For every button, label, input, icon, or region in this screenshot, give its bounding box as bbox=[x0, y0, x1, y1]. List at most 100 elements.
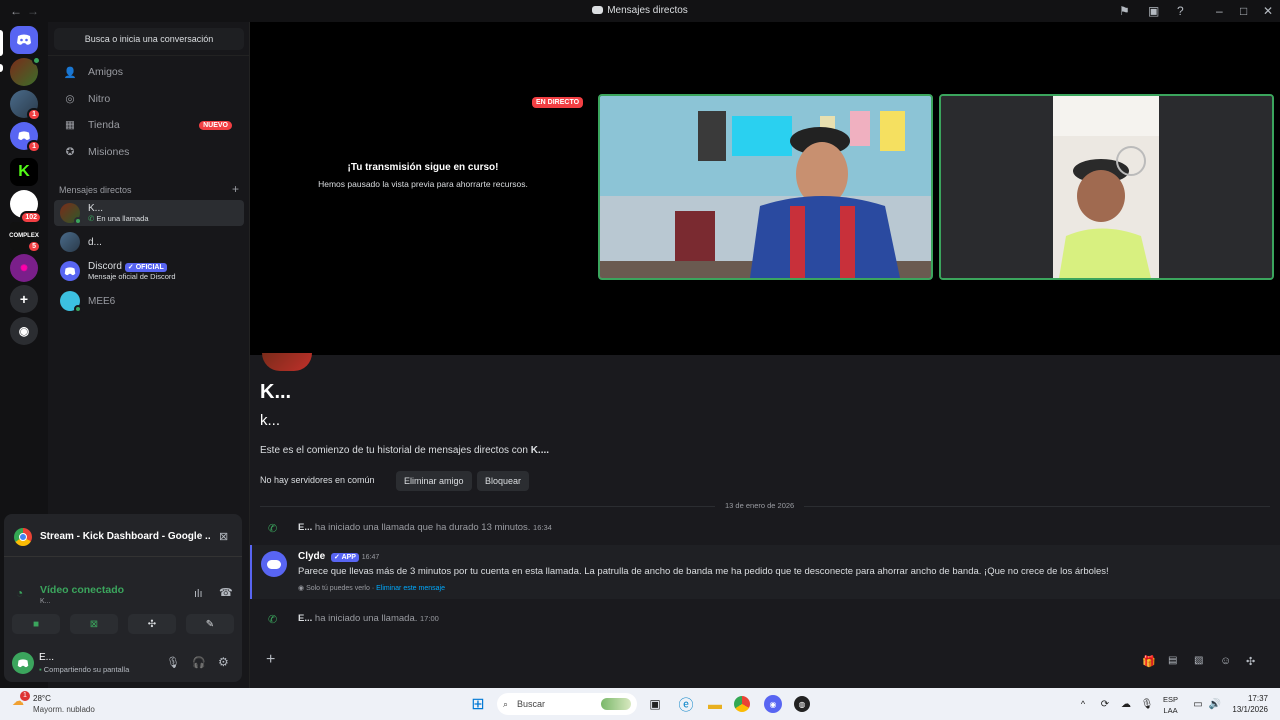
message-composer[interactable]: + 🎁 ▤ ▧ ☺ ✣ bbox=[258, 647, 1278, 679]
soundboard-icon: ✎ bbox=[205, 618, 215, 630]
discord-avatar bbox=[60, 261, 80, 281]
phone-icon: ✆ bbox=[88, 214, 95, 223]
avatar bbox=[60, 291, 82, 313]
mic-tray-icon[interactable]: 🎙 bbox=[1137, 694, 1157, 714]
settings-gear-icon[interactable]: ⚙ bbox=[218, 655, 229, 669]
dm-item-mee6[interactable]: MEE6 bbox=[54, 288, 244, 314]
add-attachment-icon[interactable]: + bbox=[266, 651, 275, 669]
chat-area: K... k... Este es el comienzo de tu hist… bbox=[250, 353, 1280, 688]
call-icon: ✆ bbox=[268, 614, 278, 626]
profile-username: k... bbox=[260, 412, 281, 429]
camera-icon: ■ bbox=[32, 618, 40, 630]
apps-icon[interactable]: ✣ bbox=[1246, 655, 1255, 668]
volume-icon[interactable]: 🔊 bbox=[1205, 694, 1225, 714]
friends-icon: 👤 bbox=[63, 66, 77, 79]
search-conversation-button[interactable]: Busca o inicia una conversación bbox=[54, 28, 244, 50]
paused-subtitle: Hemos pausado la vista previa para ahorr… bbox=[318, 179, 528, 189]
server-icon[interactable]: 1 bbox=[10, 90, 41, 121]
avatar bbox=[60, 203, 82, 225]
screen-share-button[interactable]: ⊠ bbox=[70, 614, 118, 634]
nav-quests[interactable]: ✪ Misiones bbox=[54, 140, 244, 164]
help-icon[interactable]: ? bbox=[1177, 4, 1184, 18]
call-icon: ✆ bbox=[268, 523, 278, 535]
stream-title: Stream - Kick Dashboard - Google ... bbox=[40, 531, 210, 542]
discord-logo-icon bbox=[592, 6, 604, 14]
server-icon[interactable]: 102 bbox=[10, 190, 42, 224]
call-stage: ¡Tu transmisión sigue en curso! Hemos pa… bbox=[250, 22, 1280, 355]
explore-icon[interactable]: ◉ bbox=[10, 317, 38, 345]
inbox-icon[interactable]: ⚑ bbox=[1119, 4, 1130, 18]
complex-server-icon[interactable]: COMPLEX 5 bbox=[9, 222, 41, 253]
add-server-icon[interactable]: + bbox=[10, 285, 38, 313]
voice-status[interactable]: Vídeo conectado bbox=[40, 584, 124, 596]
kick-server-icon[interactable]: K bbox=[10, 158, 38, 186]
clyde-avatar[interactable] bbox=[261, 551, 287, 577]
home-dm-icon[interactable] bbox=[10, 26, 38, 54]
gift-icon[interactable]: 🎁 bbox=[1142, 655, 1156, 668]
minimize-icon[interactable]: – bbox=[1216, 4, 1223, 18]
emoji-icon[interactable]: ☺ bbox=[1220, 655, 1231, 667]
nav-shop[interactable]: ▦ Tienda NUEVO bbox=[54, 113, 244, 137]
maximize-icon[interactable]: □ bbox=[1240, 4, 1247, 18]
screen-share-icon: ⊠ bbox=[89, 618, 99, 630]
soundboard-button[interactable]: ✎ bbox=[186, 614, 234, 634]
clock[interactable]: 17:37 13/1/2026 bbox=[1224, 693, 1268, 715]
headphones-icon[interactable]: 🎧 bbox=[192, 656, 206, 669]
language-indicator[interactable]: ESP LAA bbox=[1163, 694, 1178, 716]
dm-item-k[interactable]: K... ✆ En una llamada bbox=[54, 200, 244, 226]
discord-server-icon[interactable]: 1 bbox=[10, 122, 41, 153]
paused-title: ¡Tu transmisión sigue en curso! bbox=[347, 162, 499, 173]
video-feed-image bbox=[941, 96, 1272, 278]
date-divider: 13 de enero de 2026 bbox=[715, 501, 805, 510]
block-button[interactable]: Bloquear bbox=[477, 471, 530, 491]
camera-button[interactable]: ■ bbox=[12, 614, 60, 634]
close-icon[interactable]: ✕ bbox=[1263, 4, 1273, 18]
sync-icon[interactable]: ⟳ bbox=[1095, 694, 1115, 714]
gif-icon[interactable]: ▤ bbox=[1168, 655, 1177, 666]
taskbar: ☁ 1 28°C Mayorm. nublado ⊞ ⌕ Buscar ▣ ⓔ ▬… bbox=[0, 688, 1280, 720]
tray-overflow-icon[interactable]: ^ bbox=[1073, 694, 1093, 714]
stop-stream-icon[interactable]: ⊠ bbox=[219, 530, 228, 543]
new-badge: NUEVO bbox=[199, 120, 232, 130]
video-tile-k[interactable] bbox=[598, 94, 933, 280]
clyde-message: Clyde ✓ APP 16:47 Parece que llevas más … bbox=[250, 545, 1280, 599]
start-icon[interactable]: ⊞ bbox=[468, 694, 488, 714]
file-explorer-icon[interactable]: ▬ bbox=[705, 694, 725, 714]
screen-icon: ▪ bbox=[39, 665, 42, 674]
quests-icon: ✪ bbox=[65, 146, 75, 158]
taskbar-search[interactable]: ⌕ Buscar bbox=[497, 693, 637, 715]
selected-indicator bbox=[0, 30, 3, 56]
app-taskbar-icon[interactable]: ◍ bbox=[794, 696, 810, 712]
microphone-icon[interactable]: 🎙 bbox=[166, 656, 180, 669]
nav-nitro[interactable]: ◎ Nitro bbox=[54, 87, 244, 111]
dm-item-discord[interactable]: Discord ✓ OFICIAL Mensaje oficial de Disc… bbox=[54, 258, 244, 284]
eye-icon: ◉ bbox=[298, 585, 305, 592]
profile-avatar[interactable] bbox=[262, 353, 312, 371]
screen-share-icon[interactable]: ▣ bbox=[1148, 4, 1159, 18]
avatar[interactable] bbox=[12, 652, 34, 674]
server-icon[interactable] bbox=[10, 56, 41, 86]
clyde-text: Parece que llevas más de 3 minutos por t… bbox=[298, 566, 1109, 577]
edge-icon[interactable]: ⓔ bbox=[676, 694, 696, 714]
window-title: Mensajes directos bbox=[0, 5, 1280, 16]
activities-button[interactable]: ✣ bbox=[128, 614, 176, 634]
discord-taskbar-icon[interactable]: ◉ bbox=[764, 695, 782, 713]
delete-message-link[interactable]: Eliminar este mensaje bbox=[376, 585, 445, 592]
remove-friend-button[interactable]: Eliminar amigo bbox=[396, 471, 472, 491]
noise-suppression-icon[interactable]: ılı bbox=[194, 588, 203, 600]
create-dm-icon[interactable]: + bbox=[232, 183, 239, 195]
disconnect-icon[interactable]: ☎ bbox=[219, 586, 233, 599]
cloud-icon[interactable]: ☁ bbox=[1116, 694, 1136, 714]
server-icon[interactable]: ✺ bbox=[10, 254, 38, 282]
title-bar: ← → Mensajes directos ⚑ ▣ ? – □ ✕ bbox=[0, 0, 1280, 22]
nav-friends[interactable]: 👤 Amigos bbox=[54, 60, 244, 84]
task-view-icon[interactable]: ▣ bbox=[645, 694, 665, 714]
unread-indicator bbox=[0, 64, 3, 72]
video-tile-e[interactable] bbox=[939, 94, 1274, 280]
ephemeral-note: ◉ Solo tú puedes verlo · Eliminar este m… bbox=[298, 585, 445, 592]
weather-desc: Mayorm. nublado bbox=[33, 705, 95, 714]
sticker-icon[interactable]: ▧ bbox=[1194, 655, 1203, 666]
call-message: E... ha iniciado una llamada que ha dura… bbox=[298, 522, 552, 533]
chrome-taskbar-icon[interactable] bbox=[734, 696, 750, 712]
dm-item-d[interactable]: d... bbox=[54, 229, 244, 255]
